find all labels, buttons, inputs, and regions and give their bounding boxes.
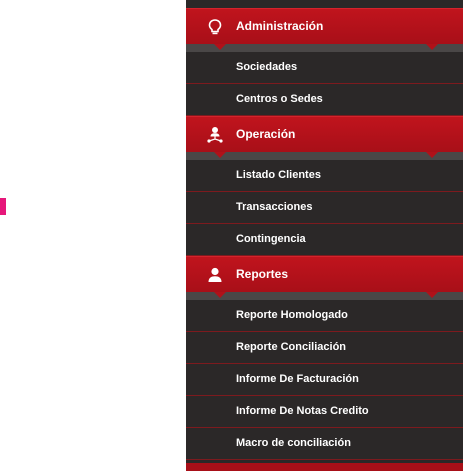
section-separator — [186, 292, 463, 300]
menu-item-label: Macro de conciliación — [236, 437, 351, 449]
menu-item-reporte-conciliacion[interactable]: Reporte Conciliación — [186, 332, 463, 364]
menu-item-label: Listado Clientes — [236, 169, 321, 181]
active-indicator-marker — [0, 198, 6, 215]
user-icon — [208, 267, 222, 282]
menu-item-contingencia[interactable]: Contingencia — [186, 224, 463, 256]
menu-item-informe-de-notas-credito[interactable]: Informe De Notas Credito — [186, 396, 463, 428]
menu-item-label: Reporte Homologado — [236, 309, 348, 321]
section-header-administracion[interactable]: Administración — [186, 8, 463, 44]
menu-item-transacciones[interactable]: Transacciones — [186, 192, 463, 224]
menu-item-reporte-homologado[interactable]: Reporte Homologado — [186, 300, 463, 332]
menu-item-label: Contingencia — [236, 233, 306, 245]
section-header-operacion[interactable]: Operación — [186, 116, 463, 152]
menu-item-label: Reporte Conciliación — [236, 341, 347, 353]
section-label: Administración — [236, 19, 324, 33]
user-network-icon — [207, 127, 223, 143]
menu-top-strip — [186, 0, 463, 8]
section-separator — [186, 44, 463, 52]
menu-item-label: Informe De Facturación — [236, 373, 359, 385]
section-separator — [186, 152, 463, 160]
section-label: Operación — [236, 127, 296, 141]
sidebar-menu: Administración Sociedades Centros o Sede… — [186, 0, 463, 471]
menu-item-label: Centros o Sedes — [236, 93, 323, 105]
menu-item-informe-de-facturacion[interactable]: Informe De Facturación — [186, 364, 463, 396]
menu-item-sociedades[interactable]: Sociedades — [186, 52, 463, 84]
menu-item-label: Sociedades — [236, 61, 298, 73]
lightbulb-icon — [208, 19, 222, 35]
next-section-header-edge — [186, 463, 463, 471]
menu-item-listado-clientes[interactable]: Listado Clientes — [186, 160, 463, 192]
menu-item-centros-o-sedes[interactable]: Centros o Sedes — [186, 84, 463, 116]
section-header-reportes[interactable]: Reportes — [186, 256, 463, 292]
menu-item-label: Informe De Notas Credito — [236, 405, 369, 417]
menu-item-label: Transacciones — [236, 201, 313, 213]
menu-item-macro-de-conciliacion[interactable]: Macro de conciliación — [186, 428, 463, 460]
section-label: Reportes — [236, 267, 289, 281]
